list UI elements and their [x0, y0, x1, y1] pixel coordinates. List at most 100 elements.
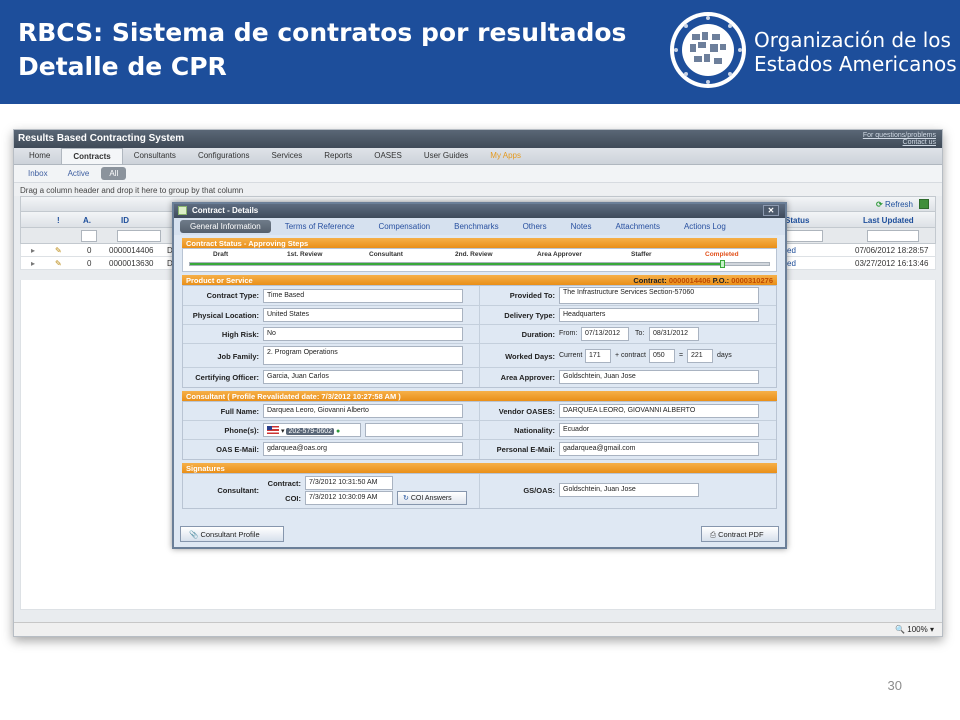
area-approver-field[interactable]: Goldschtein, Juan Jose: [559, 370, 759, 384]
sign-contract-date[interactable]: 7/3/2012 10:31:50 AM: [305, 476, 393, 490]
app-screenshot: Results Based Contracting System For que…: [13, 129, 943, 637]
zoom-control[interactable]: 🔍 100% ▾: [895, 625, 934, 634]
nav-tab-services[interactable]: Services: [261, 148, 314, 164]
contract-pdf-button[interactable]: ⎙ Contract PDF: [701, 526, 779, 542]
nav-tab-my-apps[interactable]: My Apps: [479, 148, 532, 164]
tab-attachments[interactable]: Attachments: [606, 220, 670, 233]
filter-status-input[interactable]: [781, 230, 823, 242]
excel-export-icon[interactable]: [919, 199, 929, 209]
column-header-alert[interactable]: !: [57, 216, 60, 225]
nav-tab-contracts[interactable]: Contracts: [61, 148, 123, 164]
contract-number: 0000014406: [668, 276, 711, 285]
row-last-updated: 03/27/2012 16:13:46: [855, 259, 929, 268]
filter-a-input[interactable]: [81, 230, 97, 242]
personal-email-field[interactable]: gadarquea@gmail.com: [559, 442, 759, 456]
contact-link[interactable]: Contact us: [863, 139, 936, 146]
column-header-last-updated[interactable]: Last Updated: [863, 216, 914, 225]
plus-contract-label: + contract: [615, 352, 646, 359]
refresh-icon: ⟳: [876, 200, 883, 209]
step-completed: Completed: [705, 251, 739, 258]
gsoas-field[interactable]: Goldschtein, Juan Jose: [559, 483, 699, 497]
consultant-profile-button[interactable]: 📎 Consultant Profile: [180, 526, 284, 542]
questions-link[interactable]: For questions/problems: [863, 132, 936, 139]
filter-id-input[interactable]: [117, 230, 161, 242]
high-risk-field[interactable]: No: [263, 327, 463, 341]
certifying-officer-field[interactable]: Garcia, Juan Carlos: [263, 370, 463, 384]
zoom-level: 100%: [907, 625, 928, 634]
job-family-label: Job Family:: [217, 352, 259, 361]
provided-to-field[interactable]: The Infrastructure Services Section-5706…: [559, 287, 759, 304]
slide-header: RBCS: Sistema de contratos por resultado…: [0, 0, 960, 104]
group-by-hint[interactable]: Drag a column header and drop it here to…: [14, 182, 942, 196]
nationality-field[interactable]: Ecuador: [559, 423, 759, 437]
us-flag-icon: [267, 426, 279, 434]
oas-email-field[interactable]: gdarquea@oas.org: [263, 442, 463, 456]
product-section-header: Product or Service Contract: 0000014406 …: [182, 275, 777, 285]
tab-actions-log[interactable]: Actions Log: [674, 220, 736, 233]
sign-coi-date[interactable]: 7/3/2012 10:30:09 AM: [305, 491, 393, 505]
help-links: For questions/problems Contact us: [863, 132, 936, 146]
full-name-field[interactable]: Darquea Leoro, Giovanni Alberto: [263, 404, 463, 418]
delivery-type-field[interactable]: Headquarters: [559, 308, 759, 322]
column-header-status[interactable]: Status: [785, 216, 809, 225]
tab-others[interactable]: Others: [513, 220, 557, 233]
dialog-title-bar[interactable]: Contract - Details ✕: [174, 204, 785, 218]
filter-updated-input[interactable]: [867, 230, 919, 242]
coi-answers-button[interactable]: ↻ COI Answers: [397, 491, 467, 505]
printer-icon: ⎙: [710, 530, 716, 539]
column-header-a[interactable]: A.: [83, 216, 91, 225]
nav-tab-reports[interactable]: Reports: [313, 148, 363, 164]
contract-days-field[interactable]: 050: [649, 349, 675, 363]
tab-compensation[interactable]: Compensation: [369, 220, 441, 233]
dialog-footer: 📎 Consultant Profile ⎙ Contract PDF: [180, 526, 779, 543]
total-days-field[interactable]: 221: [687, 349, 713, 363]
phone-field[interactable]: ▾ 202-579-0602 ●: [263, 423, 361, 437]
organization-name-line1: Organización de los: [754, 28, 951, 52]
to-date-field[interactable]: 08/31/2012: [649, 327, 699, 341]
subtab-all[interactable]: All: [101, 167, 127, 180]
edit-pencil-icon[interactable]: ✎: [55, 259, 62, 268]
subtab-inbox[interactable]: Inbox: [20, 167, 56, 180]
form-row: High Risk: No Duration: From: 07/13/2012…: [183, 325, 776, 344]
delivery-type-label: Delivery Type:: [504, 311, 555, 320]
to-label: To:: [635, 330, 645, 337]
expand-arrow-icon[interactable]: ▸: [31, 259, 35, 268]
phone-number: 202-579-0602: [286, 428, 335, 435]
paperclip-icon: 📎: [189, 530, 199, 539]
nav-tab-home[interactable]: Home: [18, 148, 61, 164]
tab-benchmarks[interactable]: Benchmarks: [444, 220, 508, 233]
job-family-field[interactable]: 2. Program Operations: [263, 346, 463, 365]
step-area-approver: Area Approver: [537, 251, 582, 258]
step-draft: Draft: [213, 251, 229, 258]
nav-tab-user-guides[interactable]: User Guides: [413, 148, 479, 164]
edit-pencil-icon[interactable]: ✎: [55, 246, 62, 255]
nav-tab-oases[interactable]: OASES: [363, 148, 413, 164]
refresh-button[interactable]: ⟳ Refresh: [876, 200, 913, 209]
tab-general-information[interactable]: General Information: [180, 220, 271, 233]
tab-terms-of-reference[interactable]: Terms of Reference: [275, 220, 365, 233]
sign-coi-label: COI:: [285, 494, 301, 503]
expand-arrow-icon[interactable]: ▸: [31, 246, 35, 255]
phone-2-field[interactable]: [365, 423, 463, 437]
vendor-oases-label: Vendor OASES:: [498, 407, 555, 416]
step-staffer: Staffer: [631, 251, 652, 258]
nav-tab-consultants[interactable]: Consultants: [123, 148, 187, 164]
nav-tab-configurations[interactable]: Configurations: [187, 148, 261, 164]
physical-location-field[interactable]: United States: [263, 308, 463, 322]
subtab-active[interactable]: Active: [60, 167, 98, 180]
column-header-id[interactable]: ID: [121, 216, 129, 225]
signatures-form: Consultant: Contract: 7/3/2012 10:31:50 …: [182, 473, 777, 509]
tab-notes[interactable]: Notes: [561, 220, 602, 233]
contract-pdf-label: Contract PDF: [718, 530, 764, 539]
personal-email-label: Personal E-Mail:: [496, 445, 555, 454]
form-row: Phone(s): ▾ 202-579-0602 ● Nationality: E…: [183, 421, 776, 440]
contract-type-field[interactable]: Time Based: [263, 289, 463, 303]
progress-track: [189, 260, 770, 268]
vendor-oases-field[interactable]: DARQUEA LEORO, GIOVANNI ALBERTO: [559, 404, 759, 418]
close-button[interactable]: ✕: [763, 205, 779, 216]
from-label: From:: [559, 330, 578, 337]
approval-steps: Draft 1st. Review Consultant 2nd. Review…: [182, 248, 777, 272]
current-days-field[interactable]: 171: [585, 349, 611, 363]
row-id: 0000014406: [109, 246, 154, 255]
from-date-field[interactable]: 07/13/2012: [581, 327, 629, 341]
